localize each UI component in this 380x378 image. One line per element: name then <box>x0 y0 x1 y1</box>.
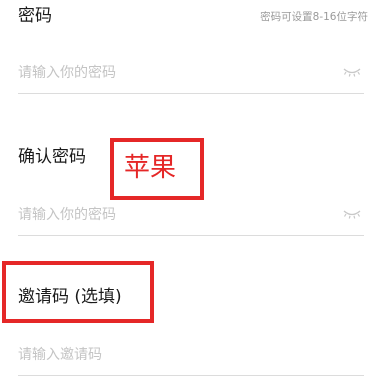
annotation-text: 苹果 <box>124 153 177 183</box>
password-hint: 密码可设置8-16位字符 <box>260 11 368 23</box>
confirm-password-label: 确认密码 <box>18 147 86 167</box>
invite-code-underline <box>18 375 364 376</box>
eye-closed-icon[interactable] <box>342 208 362 220</box>
confirm-password-underline <box>18 235 364 236</box>
password-underline <box>18 93 364 94</box>
invite-code-input[interactable] <box>18 341 362 369</box>
invite-code-highlight-box <box>2 261 154 323</box>
confirm-password-input[interactable] <box>18 201 362 229</box>
password-input[interactable] <box>18 59 362 87</box>
password-label: 密码 <box>18 6 52 26</box>
eye-closed-icon[interactable] <box>342 66 362 78</box>
